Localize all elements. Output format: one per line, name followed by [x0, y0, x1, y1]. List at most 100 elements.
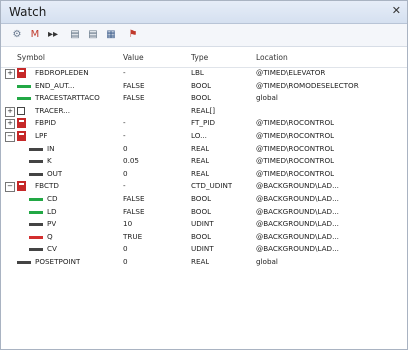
value-cell[interactable]: - — [123, 181, 126, 190]
location-cell: global — [256, 257, 278, 266]
value-cell[interactable]: - — [123, 118, 126, 127]
watch-row[interactable]: + TRACER... REAL[] — [1, 105, 407, 118]
bool-false-icon — [29, 210, 43, 214]
type-cell: BOOL — [191, 194, 212, 203]
value-cell[interactable]: 0 — [123, 169, 128, 178]
value-cell[interactable]: FALSE — [123, 81, 145, 90]
symbol-cell: END_AUT... — [35, 80, 75, 90]
value-cell[interactable]: 0 — [123, 257, 128, 266]
value-cell[interactable]: 0 — [123, 244, 128, 253]
symbol-cell: LD — [47, 206, 57, 216]
variable-icon — [29, 248, 43, 252]
symbol-cell: K — [47, 156, 52, 166]
type-cell: REAL — [191, 156, 210, 166]
symbol-cell: CD — [47, 194, 58, 203]
watch-row[interactable]: + FBPID - FT_PID @TIMED\ROCONTROL — [1, 117, 407, 130]
toggle-icon[interactable]: M — [27, 27, 43, 43]
expand-icon[interactable]: + — [5, 106, 15, 117]
function-block-icon — [17, 68, 26, 78]
value-cell[interactable]: - — [123, 131, 126, 140]
col-value[interactable]: Value — [123, 53, 144, 62]
type-cell: LO... — [191, 131, 207, 140]
location-cell: @TIMED\ROCONTROL — [256, 143, 335, 153]
step-icon[interactable]: ▸▸ — [45, 27, 61, 43]
variable-icon — [29, 160, 43, 164]
flag-icon[interactable]: ⚑ — [125, 27, 141, 43]
symbol-cell: CV — [47, 244, 57, 254]
window-title: Watch — [9, 5, 47, 19]
paste-icon[interactable]: ▤ — [85, 27, 101, 43]
location-cell: @BACKGROUND\LAD... — [256, 231, 339, 241]
symbol-cell: FBDROPLEDEN — [35, 68, 89, 77]
watch-row[interactable]: − FBCTD - CTD_UDINT @BACKGROUND\LAD... — [1, 180, 407, 193]
function-block-icon — [17, 131, 26, 141]
symbol-cell: LPF — [35, 131, 48, 140]
bool-false-icon — [17, 97, 31, 101]
watch-row[interactable]: OUT 0 REAL @TIMED\ROCONTROL — [1, 168, 407, 181]
symbol-cell: Q — [47, 231, 53, 241]
bool-false-icon — [29, 198, 43, 201]
delete-icon[interactable]: ▦ — [103, 27, 119, 43]
location-cell: @TIMED\ROCONTROL — [256, 168, 335, 178]
type-cell: UDINT — [191, 244, 214, 254]
type-cell: REAL — [191, 257, 210, 266]
function-block-icon — [17, 118, 26, 129]
variable-icon — [29, 172, 43, 176]
value-cell[interactable]: 0 — [123, 144, 128, 153]
watch-row[interactable]: K 0.05 REAL @TIMED\ROCONTROL — [1, 155, 407, 168]
watch-row[interactable]: CV 0 UDINT @BACKGROUND\LAD... — [1, 243, 407, 256]
value-cell[interactable]: - — [123, 68, 126, 77]
type-cell: BOOL — [191, 80, 212, 90]
collapse-icon[interactable]: − — [5, 182, 15, 193]
watch-row[interactable]: PV 10 UDINT @BACKGROUND\LAD... — [1, 218, 407, 231]
watch-row[interactable]: LD FALSE BOOL @BACKGROUND\LAD... — [1, 206, 407, 219]
watch-row[interactable]: CD FALSE BOOL @BACKGROUND\LAD... — [1, 193, 407, 206]
symbol-cell: PV — [47, 219, 57, 229]
watch-row[interactable]: + FBDROPLEDEN - LBL @TIMED\ELEVATOR — [1, 67, 407, 80]
copy-icon[interactable]: ▤ — [67, 27, 83, 43]
value-cell[interactable]: 0.05 — [123, 156, 139, 165]
type-cell: BOOL — [191, 206, 212, 216]
location-cell: @TIMED\ROCONTROL — [256, 131, 335, 140]
watch-icon[interactable]: ⚙ — [9, 27, 25, 43]
value-cell[interactable]: TRUE — [123, 232, 142, 241]
value-cell[interactable]: FALSE — [123, 194, 145, 203]
type-cell: LBL — [191, 68, 204, 77]
location-cell: @BACKGROUND\LAD... — [256, 206, 339, 216]
expand-icon[interactable]: + — [5, 69, 15, 79]
column-header: Symbol Value Type Location — [1, 49, 407, 68]
col-symbol[interactable]: Symbol — [17, 53, 45, 62]
value-cell[interactable]: 10 — [123, 219, 132, 228]
watch-row[interactable]: END_AUT... FALSE BOOL @TIMED\ROMODESELECTOR — [1, 80, 407, 93]
location-cell: @BACKGROUND\LAD... — [256, 244, 339, 254]
type-cell: REAL — [191, 143, 210, 153]
location-cell: @BACKGROUND\LAD... — [256, 181, 339, 191]
watch-window: Watch ✕ ⚙ M ▸▸ ▤ ▤ ▦ ⚑ Symbol Value Type Locat… — [0, 0, 408, 350]
title-bar: Watch ✕ — [1, 1, 407, 24]
symbol-cell: OUT — [47, 168, 63, 178]
symbol-cell: POSETPOINT — [35, 257, 81, 266]
symbol-cell: IN — [47, 143, 55, 153]
symbol-cell: FBCTD — [35, 181, 59, 191]
watch-row[interactable]: Q TRUE BOOL @BACKGROUND\LAD... — [1, 231, 407, 244]
value-cell[interactable]: FALSE — [123, 207, 145, 216]
watch-row[interactable]: IN 0 REAL @TIMED\ROCONTROL — [1, 143, 407, 156]
type-cell: BOOL — [191, 231, 212, 241]
watch-row[interactable]: TRACESTARTTACO FALSE BOOL global — [1, 92, 407, 105]
pin-icon[interactable]: ✕ — [392, 4, 401, 17]
collapse-icon[interactable]: − — [5, 132, 15, 142]
type-cell: REAL — [191, 168, 210, 178]
value-cell[interactable]: FALSE — [123, 93, 145, 102]
location-cell: @BACKGROUND\LAD... — [256, 194, 339, 203]
col-location[interactable]: Location — [256, 53, 288, 62]
bool-true-icon — [29, 235, 43, 239]
watch-row[interactable]: POSETPOINT 0 REAL global — [1, 256, 407, 269]
expand-icon[interactable]: + — [5, 119, 15, 130]
watch-row[interactable]: − LPF - LO... @TIMED\ROCONTROL — [1, 130, 407, 143]
toolbar: ⚙ M ▸▸ ▤ ▤ ▦ ⚑ — [1, 24, 407, 47]
col-type[interactable]: Type — [191, 53, 208, 62]
type-cell: BOOL — [191, 93, 212, 103]
location-cell: @TIMED\ELEVATOR — [256, 68, 326, 77]
array-icon — [17, 106, 25, 115]
variable-icon — [17, 261, 31, 264]
